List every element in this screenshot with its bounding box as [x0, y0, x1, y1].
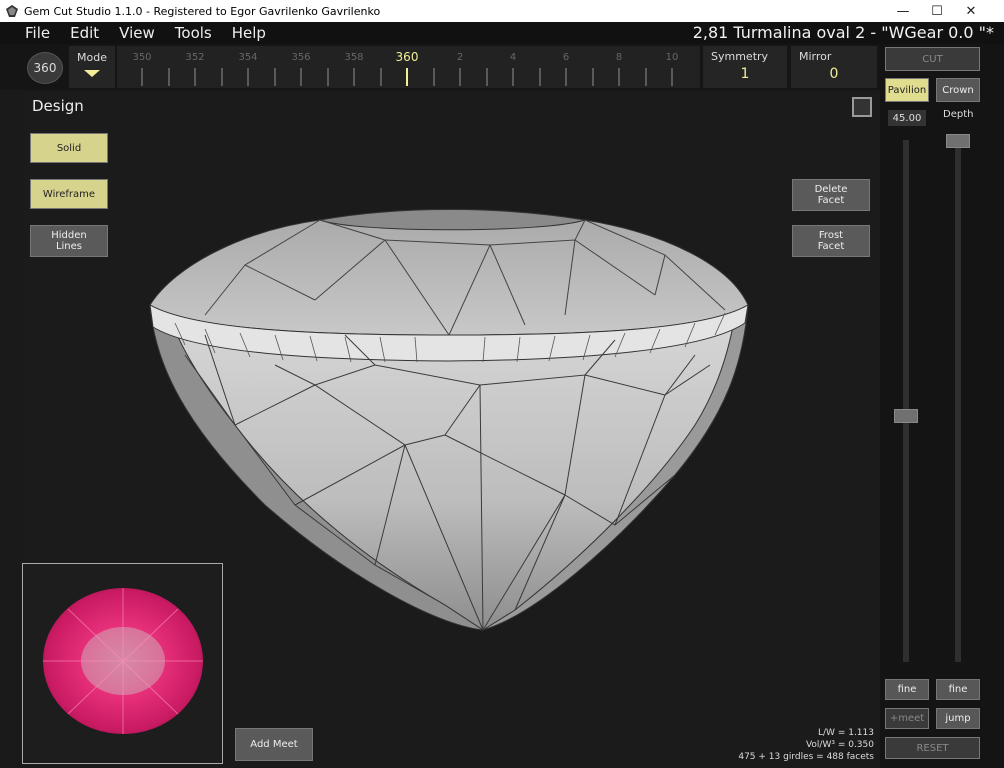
maximize-view-icon[interactable] — [852, 97, 872, 117]
delete-facet-label-2: Facet — [817, 195, 845, 206]
frost-facet-button[interactable]: Frost Facet — [792, 225, 870, 257]
gem-preview — [22, 563, 223, 764]
fine-angle-button[interactable]: fine — [885, 679, 929, 700]
angle-slider-track[interactable] — [903, 140, 909, 662]
depth-slider-handle[interactable] — [946, 134, 970, 148]
stat-volume: Vol/W³ = 0.350 — [805, 740, 874, 750]
ruler-tick[interactable] — [379, 68, 382, 86]
window-titlebar: Gem Cut Studio 1.1.0 - Registered to Ego… — [0, 0, 1004, 22]
design-title: Design — [32, 97, 84, 115]
frost-facet-label-1: Frost — [818, 230, 844, 241]
solid-button[interactable]: Solid — [30, 133, 108, 163]
meet-button[interactable]: +meet — [885, 708, 929, 729]
ruler-tick[interactable] — [300, 68, 302, 86]
angle-value[interactable]: 45.00 — [888, 110, 926, 126]
crown-tab[interactable]: Crown — [936, 78, 980, 102]
ruler-tick[interactable] — [273, 68, 276, 86]
ruler-label: 10 — [665, 52, 679, 63]
window-title: Gem Cut Studio 1.1.0 - Registered to Ego… — [24, 4, 381, 18]
ruler-label: 4 — [509, 52, 517, 63]
ruler-tick[interactable] — [591, 68, 594, 86]
ruler-label: 354 — [238, 52, 258, 63]
cut-button[interactable]: CUT — [885, 47, 980, 71]
ruler-label: 352 — [185, 52, 205, 63]
symmetry-value: 1 — [740, 66, 750, 82]
gem-icon — [6, 5, 18, 17]
ruler-label: 356 — [291, 52, 311, 63]
gem-statistics: L/W = 1.113 Vol/W³ = 0.350 475 + 13 gird… — [738, 727, 874, 763]
reset-button[interactable]: RESET — [885, 737, 980, 759]
ruler-tick[interactable] — [220, 68, 223, 86]
depth-slider-track[interactable] — [955, 134, 961, 662]
ruler-tick[interactable] — [459, 68, 461, 86]
ruler-tick[interactable] — [167, 68, 170, 86]
ruler-tick[interactable] — [618, 68, 620, 86]
ruler-tick[interactable] — [565, 68, 567, 86]
ruler-tick[interactable] — [326, 68, 329, 86]
menu-tools[interactable]: Tools — [175, 24, 212, 42]
jump-button[interactable]: jump — [936, 708, 980, 729]
stat-lw: L/W = 1.113 — [818, 728, 874, 738]
ruler-tick[interactable] — [512, 68, 514, 86]
symmetry-box[interactable]: Symmetry 1 — [703, 46, 787, 88]
mirror-label: Mirror — [799, 50, 832, 63]
wireframe-button[interactable]: Wireframe — [30, 179, 108, 209]
mirror-value: 0 — [829, 66, 839, 82]
hidden-lines-button[interactable]: Hidden Lines — [30, 225, 108, 257]
angle-slider-handle[interactable] — [894, 409, 918, 423]
ruler-tick[interactable] — [538, 68, 541, 86]
delete-facet-label-1: Delete — [814, 184, 848, 195]
ruler-label: 360 — [395, 50, 419, 64]
ruler-tick[interactable] — [406, 68, 408, 86]
add-meet-button[interactable]: Add Meet — [235, 728, 313, 761]
cut-panel — [880, 44, 1004, 768]
ruler-label: 350 — [132, 52, 152, 63]
mode-label: Mode — [77, 51, 107, 64]
minimize-button[interactable]: — — [886, 0, 920, 22]
depth-label: Depth — [943, 109, 974, 120]
stat-facets: 475 + 13 girdles = 488 facets — [738, 752, 874, 762]
mode-dropdown[interactable]: Mode — [69, 46, 115, 88]
document-title: 2,81 Turmalina oval 2 - "WGear 0.0 "* — [692, 23, 994, 42]
ruler-tick[interactable] — [353, 68, 355, 86]
gem-preview-icon — [43, 588, 203, 734]
ruler-tick[interactable] — [247, 68, 249, 86]
maximize-button[interactable]: ☐ — [920, 0, 954, 22]
menu-edit[interactable]: Edit — [70, 24, 99, 42]
menu-file[interactable]: File — [25, 24, 50, 42]
hidden-lines-label-2: Lines — [55, 241, 83, 252]
fine-depth-button[interactable]: fine — [936, 679, 980, 700]
ruler-tick[interactable] — [194, 68, 196, 86]
ruler-tick[interactable] — [671, 68, 673, 86]
triangle-down-icon — [84, 70, 100, 77]
ruler-tick[interactable] — [432, 68, 435, 86]
delete-facet-button[interactable]: Delete Facet — [792, 179, 870, 211]
mirror-box[interactable]: Mirror 0 — [791, 46, 877, 88]
symmetry-label: Symmetry — [711, 50, 769, 63]
rotate-360-button[interactable]: 360 — [27, 52, 63, 84]
frost-facet-label-2: Facet — [817, 241, 845, 252]
pavilion-tab[interactable]: Pavilion — [885, 78, 929, 102]
ruler-label: 358 — [344, 52, 364, 63]
close-button[interactable]: ✕ — [954, 0, 988, 22]
ruler-tick[interactable] — [485, 68, 488, 86]
ruler-tick[interactable] — [141, 68, 143, 86]
menu-help[interactable]: Help — [232, 24, 266, 42]
ruler-tick[interactable] — [644, 68, 647, 86]
hidden-lines-label-1: Hidden — [51, 230, 87, 241]
ruler-label: 6 — [562, 52, 570, 63]
menu-view[interactable]: View — [119, 24, 155, 42]
ruler-label: 8 — [615, 52, 623, 63]
ruler-label: 2 — [456, 52, 464, 63]
rotation-ruler[interactable]: 350 352 354 356 358 360 2 4 6 8 10 — [117, 46, 700, 88]
gem-model[interactable] — [145, 205, 755, 635]
